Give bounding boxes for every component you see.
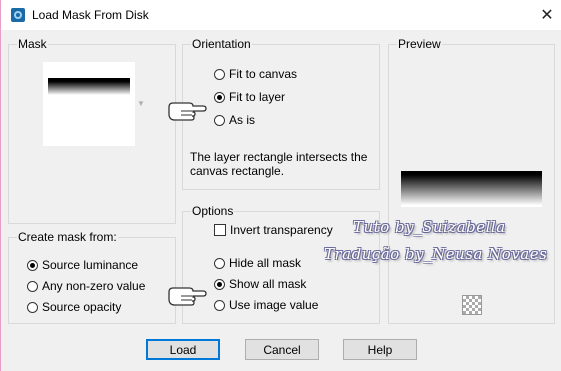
transparency-checker-icon[interactable] bbox=[462, 295, 482, 315]
radio-button[interactable] bbox=[27, 259, 38, 271]
orientation-description: The layer rectangle intersects the canva… bbox=[190, 150, 368, 178]
radio-button[interactable] bbox=[214, 257, 225, 269]
orientation-group-label: Orientation bbox=[191, 37, 252, 51]
radio-button[interactable] bbox=[214, 68, 225, 80]
checkbox[interactable] bbox=[214, 224, 226, 236]
radio-button[interactable] bbox=[27, 280, 38, 292]
radio-label: Fit to canvas bbox=[229, 67, 298, 81]
app-icon bbox=[10, 7, 26, 23]
radio-label: Use image value bbox=[229, 298, 319, 312]
radio-hide-all-mask[interactable]: Hide all mask bbox=[214, 256, 301, 270]
radio-label: Source opacity bbox=[42, 300, 122, 314]
radio-show-all-mask[interactable]: Show all mask bbox=[214, 277, 306, 291]
radio-label: Hide all mask bbox=[229, 256, 302, 270]
radio-use-image-value[interactable]: Use image value bbox=[214, 298, 318, 312]
radio-fit-to-canvas[interactable]: Fit to canvas bbox=[214, 67, 297, 81]
radio-source-luminance[interactable]: Source luminance bbox=[27, 258, 138, 272]
invert-transparency-checkbox[interactable]: Invert transparency bbox=[214, 223, 333, 237]
checkbox-label: Invert transparency bbox=[230, 223, 333, 237]
radio-label: Fit to layer bbox=[229, 90, 286, 104]
close-icon[interactable]: ✕ bbox=[532, 0, 561, 30]
cancel-button[interactable]: Cancel bbox=[245, 339, 319, 360]
create-mask-from-label: Create mask from: bbox=[17, 230, 118, 244]
mask-dropdown-icon[interactable]: ▼ bbox=[137, 99, 145, 108]
radio-button[interactable] bbox=[214, 299, 225, 311]
mask-gradient-image bbox=[48, 78, 130, 95]
radio-label: Show all mask bbox=[229, 277, 307, 291]
radio-button[interactable] bbox=[214, 91, 225, 103]
title-bar: Load Mask From Disk ✕ bbox=[1, 0, 561, 30]
preview-group-label: Preview bbox=[397, 37, 442, 51]
load-button[interactable]: Load bbox=[146, 339, 220, 360]
radio-button[interactable] bbox=[214, 278, 225, 290]
radio-label: Any non-zero value bbox=[42, 279, 146, 293]
pointing-hand-icon bbox=[168, 102, 207, 121]
mask-group-label: Mask bbox=[17, 37, 48, 51]
radio-fit-to-layer[interactable]: Fit to layer bbox=[214, 90, 285, 104]
preview-image bbox=[401, 171, 542, 207]
pointing-hand-icon bbox=[168, 287, 207, 306]
radio-button[interactable] bbox=[27, 301, 38, 313]
load-mask-dialog: Load Mask From Disk ✕ Mask ▼ Orientation… bbox=[0, 0, 561, 371]
radio-source-opacity[interactable]: Source opacity bbox=[27, 300, 121, 314]
radio-as-is[interactable]: As is bbox=[214, 113, 255, 127]
radio-button[interactable] bbox=[214, 114, 225, 126]
mask-thumbnail[interactable] bbox=[43, 62, 135, 146]
window-title: Load Mask From Disk bbox=[32, 8, 149, 22]
radio-label: As is bbox=[229, 113, 256, 127]
help-button[interactable]: Help bbox=[343, 339, 417, 360]
radio-any-non-zero-value[interactable]: Any non-zero value bbox=[27, 279, 145, 293]
options-group-label: Options bbox=[191, 204, 235, 218]
watermark-line-2: Tradução by_Neusa Novaes bbox=[324, 245, 548, 263]
radio-label: Source luminance bbox=[42, 258, 139, 272]
watermark-line-1: Tuto by_Suizabella bbox=[353, 218, 506, 236]
